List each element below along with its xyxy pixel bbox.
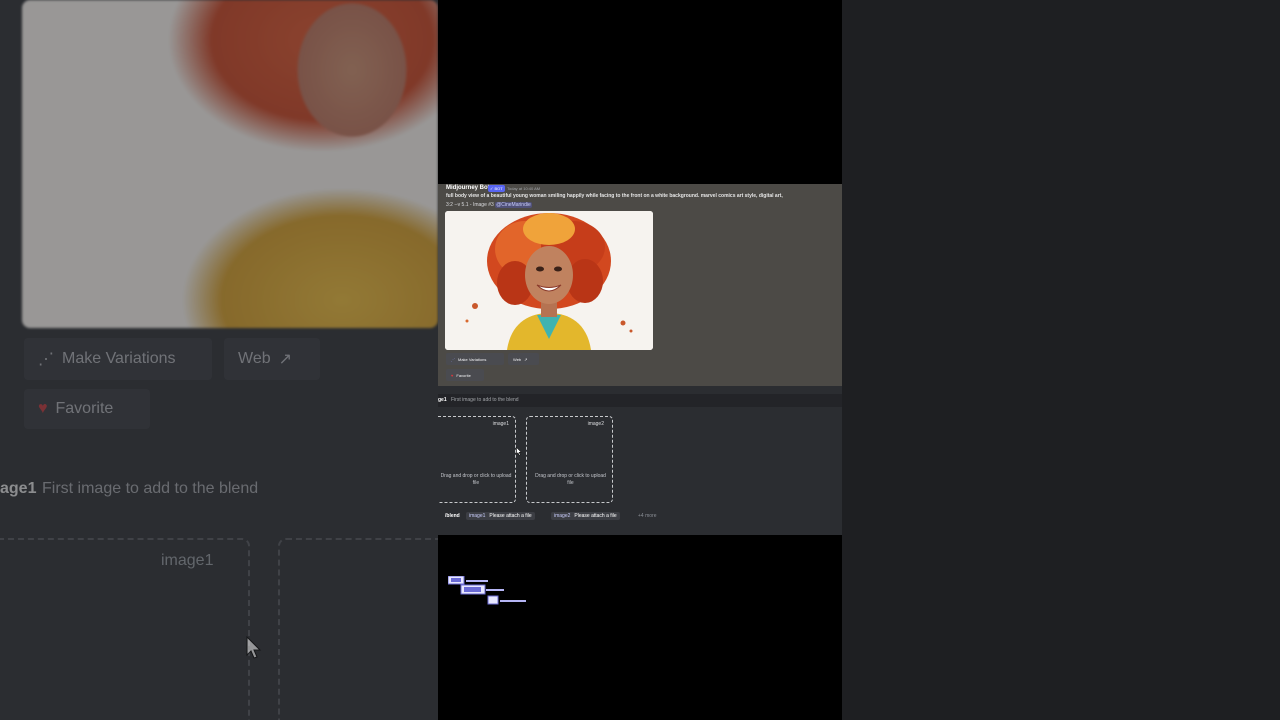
message-timestamp: Today at 10:40 AM (507, 186, 541, 191)
background-web-button: Web ↗ (224, 338, 320, 380)
woman-portrait-illustration (445, 211, 653, 350)
image1-param-value: Please attach a file (489, 513, 532, 519)
image1-drop-zone[interactable]: image1 Drag and drop or click to upload … (438, 416, 516, 503)
background-make-variations-button: ⋰ Make Variations (24, 338, 212, 380)
favorite-button[interactable]: ♥ Favorite (446, 369, 484, 381)
option-name: ge1 (438, 397, 447, 403)
favorite-label: Favorite (456, 372, 471, 378)
heart-icon: ♥ (451, 372, 454, 378)
image2-param-value: Please attach a file (574, 513, 617, 519)
background-favorite-label: Favorite (55, 400, 114, 417)
background-drop-zone-2 (278, 538, 438, 720)
image1-param-chip[interactable]: image1 Please attach a file (466, 512, 535, 520)
message-prompt-line2: 3:2 --v 5.1 - Image #3 @CineMarindie (446, 202, 532, 208)
background-left-panel: ⋰ Make Variations Web ↗ ♥ Favorite age1 … (0, 0, 438, 720)
sparkle-icon: ⋰ (38, 351, 54, 368)
more-options[interactable]: +4 more (638, 513, 656, 519)
mouse-cursor-icon (516, 447, 522, 456)
image-number: - Image #3 (468, 202, 496, 208)
user-mention[interactable]: @CineMarindie (495, 202, 532, 208)
discord-capture: Midjourney Bot ✓ BOT Today at 10:40 AM f… (438, 0, 842, 720)
heart-icon: ♥ (38, 400, 48, 417)
image2-drop-label: image2 (587, 421, 604, 427)
channel-watermark-logo (448, 576, 526, 605)
image2-drop-hint: Drag and drop or click to upload file (535, 473, 606, 486)
image1-drop-hint: Drag and drop or click to upload file (440, 473, 512, 486)
image2-param-chip[interactable]: image2 Please attach a file (551, 512, 620, 520)
make-variations-button[interactable]: ⋰ Make Variations (446, 353, 504, 365)
generated-image[interactable] (445, 211, 653, 350)
image1-drop-label: image1 (492, 421, 509, 427)
sparkle-icon: ⋰ (451, 356, 455, 362)
web-button[interactable]: Web ↗ (508, 353, 539, 365)
image2-param-name: image2 (554, 513, 571, 519)
message-prompt: full body view of a beautiful young woma… (446, 193, 783, 199)
image1-param-name: image1 (469, 513, 486, 519)
external-link-icon: ↗ (278, 351, 293, 368)
background-favorite-button: ♥ Favorite (24, 389, 150, 429)
make-variations-label: Make Variations (458, 356, 487, 362)
background-web-label: Web (238, 350, 271, 367)
background-image-zoom (22, 0, 438, 328)
command-input[interactable]: /blend image1 Please attach a file image2… (438, 511, 842, 523)
external-link-icon: ↗ (524, 356, 528, 362)
background-right-panel (842, 0, 1280, 720)
image2-drop-zone[interactable]: image2 Drag and drop or click to upload … (526, 416, 613, 503)
prompt-params: 3:2 --v 5.1 (446, 202, 469, 208)
command-name: /blend (445, 513, 460, 519)
web-label: Web (513, 356, 522, 362)
bot-badge: ✓ BOT (488, 185, 505, 192)
option-description: First image to add to the blend (451, 397, 519, 403)
background-make-variations-label: Make Variations (62, 350, 176, 367)
bot-message: Midjourney Bot ✓ BOT Today at 10:40 AM f… (438, 184, 842, 386)
message-author[interactable]: Midjourney Bot (446, 185, 490, 191)
background-cursor-icon (246, 636, 262, 659)
background-option-name: age1 (0, 480, 37, 497)
background-drop-zone-label: image1 (161, 552, 214, 569)
background-option-desc: First image to add to the blend (42, 480, 259, 497)
